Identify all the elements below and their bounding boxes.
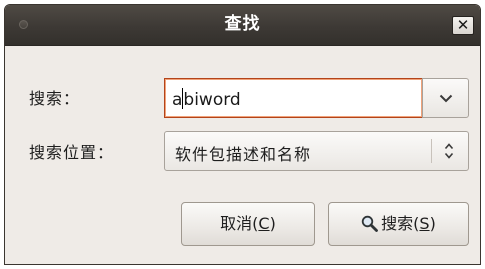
title-bar[interactable]: 查找 ✕ xyxy=(5,5,480,46)
search-scope-select[interactable]: 软件包描述和名称 xyxy=(164,131,469,171)
search-scope-value: 软件包描述和名称 xyxy=(175,145,312,164)
search-scope-label: 搜索位置： xyxy=(29,143,115,162)
close-icon: ✕ xyxy=(456,16,470,34)
search-mnemonic: S xyxy=(419,214,430,233)
up-down-arrows-icon xyxy=(444,143,454,159)
search-label: 搜索： xyxy=(29,89,81,108)
cancel-label-prefix: 取消( xyxy=(220,214,259,233)
search-input-text-before: a xyxy=(172,90,183,110)
search-label-prefix: 搜索( xyxy=(381,214,420,233)
close-button[interactable]: ✕ xyxy=(452,16,474,35)
search-input[interactable]: abiword xyxy=(164,78,423,118)
search-label-suffix: ) xyxy=(429,214,436,233)
magnifier-icon xyxy=(361,215,379,232)
dialog-title: 查找 xyxy=(224,14,261,34)
search-combo: abiword xyxy=(164,78,469,118)
chevron-down-icon xyxy=(439,94,453,103)
find-dialog: 查找 ✕ 搜索： abiword 搜索位置： 软件包描述和名称 取消(C) 搜索… xyxy=(4,4,481,265)
search-history-dropdown-button[interactable] xyxy=(422,78,469,118)
search-input-text-after: biword xyxy=(183,90,241,110)
cancel-label-suffix: ) xyxy=(269,214,276,233)
cancel-button[interactable]: 取消(C) xyxy=(181,202,315,246)
cancel-mnemonic: C xyxy=(258,214,270,233)
search-button[interactable]: 搜索(S) xyxy=(328,202,469,246)
select-separator xyxy=(431,139,432,163)
